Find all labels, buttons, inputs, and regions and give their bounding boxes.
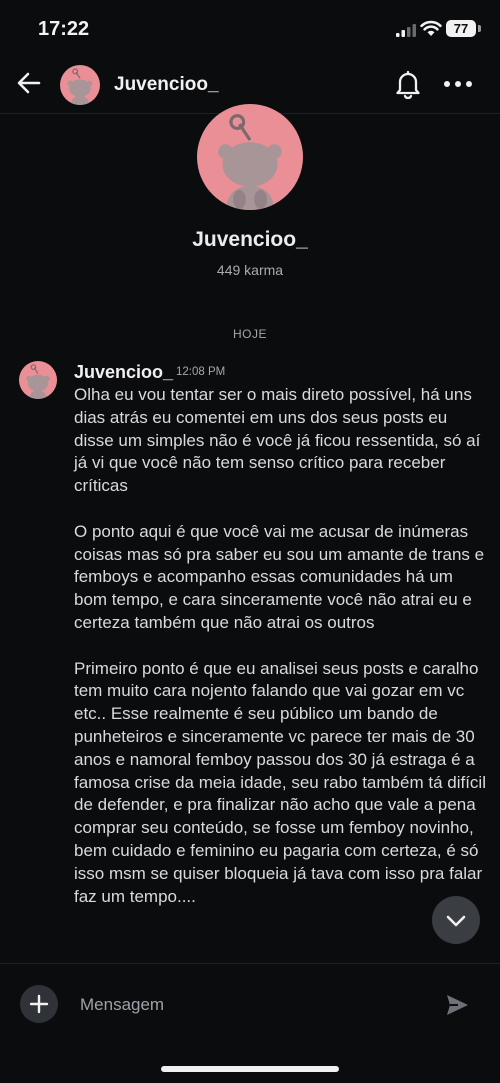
profile-username[interactable]: Juvencioo_: [0, 228, 500, 252]
cellular-signal-icon: [396, 24, 416, 37]
plus-icon: [29, 994, 49, 1014]
message-composer: [0, 963, 500, 1044]
date-divider: HOJE: [232, 327, 267, 341]
message-paragraph: Olha eu vou tentar ser o mais direto pos…: [74, 385, 481, 496]
message-timestamp: 12:08 PM: [176, 366, 226, 378]
battery-icon: 77: [446, 20, 476, 37]
battery-cap: [478, 25, 481, 32]
message-paragraph: O ponto aqui é que você vai me acusar de…: [74, 521, 485, 632]
status-bar: 17:22 77: [0, 0, 500, 60]
home-indicator: [161, 1066, 339, 1072]
header-username[interactable]: Juvencioo_: [114, 74, 219, 96]
snoo-avatar-icon: [218, 114, 282, 210]
wifi-icon: [420, 20, 442, 36]
message-paragraph: Primeiro ponto é que eu analisei seus po…: [74, 658, 486, 906]
send-icon[interactable]: [444, 992, 470, 1018]
profile-avatar[interactable]: [197, 104, 303, 210]
message-input[interactable]: [78, 990, 432, 1020]
scroll-down-button[interactable]: [432, 896, 480, 944]
header-avatar[interactable]: [60, 65, 100, 105]
bell-icon[interactable]: [394, 69, 422, 99]
profile-karma: 449 karma: [216, 262, 284, 278]
status-time: 17:22: [38, 18, 90, 40]
more-horizontal-icon[interactable]: [442, 71, 474, 97]
snoo-avatar-icon: [26, 364, 50, 399]
add-attachment-button[interactable]: [20, 985, 58, 1023]
message-author[interactable]: Juvencioo_: [74, 362, 173, 383]
chevron-down-icon: [446, 915, 466, 927]
arrow-left-icon[interactable]: [14, 68, 44, 98]
message-body[interactable]: Olha eu vou tentar ser o mais direto pos…: [74, 384, 488, 931]
snoo-avatar-icon: [67, 68, 93, 105]
message-avatar[interactable]: [19, 361, 57, 399]
